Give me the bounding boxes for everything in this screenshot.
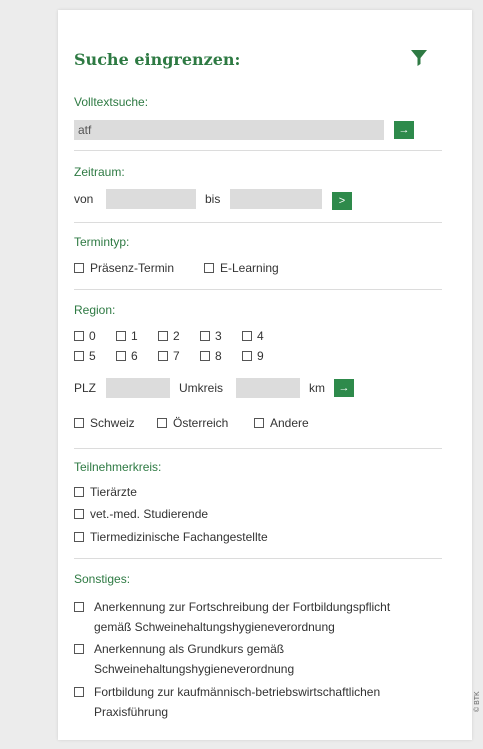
bis-label: bis xyxy=(205,192,221,206)
von-label: von xyxy=(74,192,94,206)
checkbox-sonstiges-2[interactable] xyxy=(74,644,84,654)
region-digit: 8 xyxy=(215,349,222,363)
checkbox-praesenz[interactable] xyxy=(74,263,84,273)
checkbox-region-9[interactable] xyxy=(242,351,252,361)
copyright: © BTK xyxy=(474,691,481,712)
filter-icon[interactable] xyxy=(410,48,428,68)
checkbox-region-8[interactable] xyxy=(200,351,210,361)
option-label: Tierärzte xyxy=(90,485,137,499)
checkbox-studierende[interactable] xyxy=(74,509,84,519)
checkbox-region-2[interactable] xyxy=(158,331,168,341)
date-from-input[interactable] xyxy=(106,189,196,209)
divider xyxy=(74,289,442,290)
sonstiges-label: Sonstiges: xyxy=(74,572,131,586)
volltextsuche-label: Volltextsuche: xyxy=(74,95,149,109)
checkbox-region-6[interactable] xyxy=(116,351,126,361)
termintyp-label: Termintyp: xyxy=(74,235,130,249)
zeitraum-submit-button[interactable]: > xyxy=(332,192,352,210)
region-label: Region: xyxy=(74,303,116,317)
checkbox-sonstiges-3[interactable] xyxy=(74,687,84,697)
divider xyxy=(74,448,442,449)
region-digit: 2 xyxy=(173,329,180,343)
plz-label: PLZ xyxy=(74,381,97,395)
filter-panel: Suche eingrenzen: Volltextsuche: → Zeitr… xyxy=(58,10,472,740)
divider xyxy=(74,222,442,223)
checkbox-schweiz[interactable] xyxy=(74,418,84,428)
region-digit: 6 xyxy=(131,349,138,363)
umkreis-label: Umkreis xyxy=(179,381,223,395)
checkbox-elearning[interactable] xyxy=(204,263,214,273)
region-digit: 5 xyxy=(89,349,96,363)
km-label: km xyxy=(309,381,325,395)
country-label: Schweiz xyxy=(90,416,135,430)
option-label: Anerkennung als Grundkurs gemäß xyxy=(94,642,285,656)
checkbox-tieraerzte[interactable] xyxy=(74,487,84,497)
checkbox-fachangestellte[interactable] xyxy=(74,532,84,542)
checkbox-region-1[interactable] xyxy=(116,331,126,341)
checkbox-region-7[interactable] xyxy=(158,351,168,361)
region-digit: 9 xyxy=(257,349,264,363)
region-submit-button[interactable]: → xyxy=(334,379,354,397)
region-digit: 1 xyxy=(131,329,138,343)
option-label: Präsenz-Termin xyxy=(90,261,175,275)
divider xyxy=(74,150,442,151)
country-label: Andere xyxy=(270,416,309,430)
region-digit: 0 xyxy=(89,329,96,343)
option-label: Schweinehaltungshygieneverordnung xyxy=(94,662,295,676)
arrow-right-icon: → xyxy=(338,382,350,394)
arrow-right-icon: → xyxy=(398,124,410,136)
option-label: Fortbildung zur kaufmännisch-betriebswir… xyxy=(94,685,381,699)
region-digit: 4 xyxy=(257,329,264,343)
option-label: vet.-med. Studierende xyxy=(90,507,209,521)
region-digit: 7 xyxy=(173,349,180,363)
option-label: Praxisführung xyxy=(94,705,169,719)
zeitraum-label: Zeitraum: xyxy=(74,165,125,179)
checkbox-region-3[interactable] xyxy=(200,331,210,341)
checkbox-andere[interactable] xyxy=(254,418,264,428)
checkbox-sonstiges-1[interactable] xyxy=(74,602,84,612)
plz-input[interactable] xyxy=(106,378,170,398)
umkreis-input[interactable] xyxy=(236,378,300,398)
chevron-right-icon: > xyxy=(338,195,346,207)
option-label: Tiermedizinische Fachangestellte xyxy=(90,530,268,544)
date-to-input[interactable] xyxy=(230,189,322,209)
option-label: gemäß Schweinehaltungshygieneverordnung xyxy=(94,620,335,634)
checkbox-region-4[interactable] xyxy=(242,331,252,341)
region-digit: 3 xyxy=(215,329,222,343)
option-label: E-Learning xyxy=(220,261,279,275)
checkbox-oesterreich[interactable] xyxy=(157,418,167,428)
checkbox-region-0[interactable] xyxy=(74,331,84,341)
country-label: Österreich xyxy=(173,416,229,430)
divider xyxy=(74,558,442,559)
option-label: Anerkennung zur Fortschreibung der Fortb… xyxy=(94,600,391,614)
checkbox-region-5[interactable] xyxy=(74,351,84,361)
panel-title: Suche eingrenzen: xyxy=(74,50,241,69)
teilnehmerkreis-label: Teilnehmerkreis: xyxy=(74,460,162,474)
volltext-submit-button[interactable]: → xyxy=(394,121,414,139)
volltext-input[interactable] xyxy=(74,120,384,140)
